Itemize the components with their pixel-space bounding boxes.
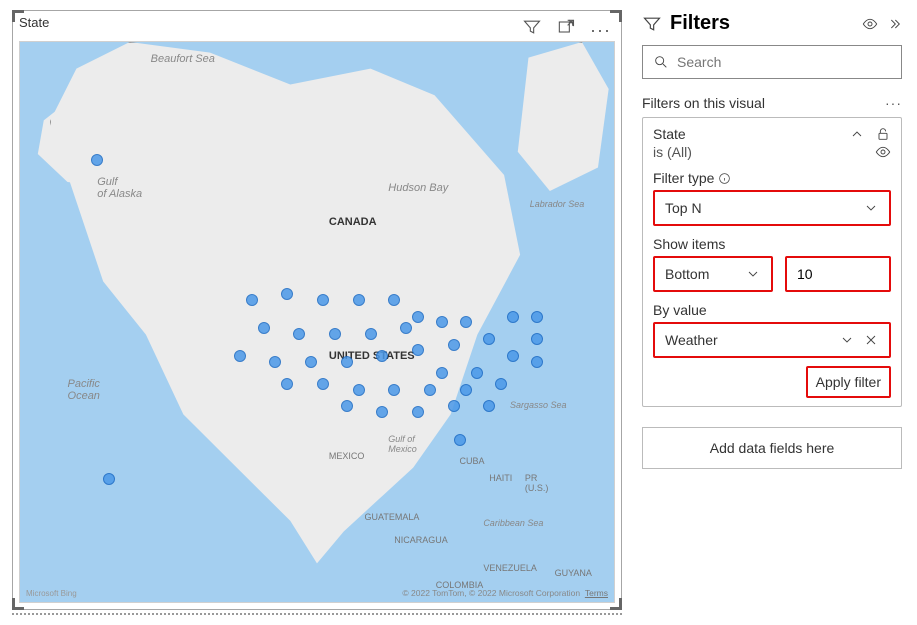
map-point[interactable]	[531, 333, 543, 345]
map-point[interactable]	[454, 434, 466, 446]
show-items-label: Show items	[653, 236, 891, 252]
map-attribution-text: © 2022 TomTom, © 2022 Microsoft Corporat…	[402, 588, 580, 598]
map-credit: Microsoft Bing	[26, 589, 77, 598]
filters-section-more-icon[interactable]: ···	[885, 95, 902, 111]
filters-section-header: Filters on this visual ···	[642, 95, 902, 111]
map-point[interactable]	[246, 294, 258, 306]
label-venezuela: VENEZUELA	[483, 563, 537, 573]
label-gulf-mexico: Gulf of Mexico	[388, 434, 417, 454]
visual-frame: State ··· Beaufort Sea Gulf of Alaska Hu…	[12, 10, 622, 610]
filters-pane-header: Filters	[642, 8, 902, 45]
add-data-fields-well[interactable]: Add data fields here	[642, 427, 902, 469]
map-point[interactable]	[317, 294, 329, 306]
show-items-mode-value: Bottom	[665, 266, 709, 282]
map-visual-container[interactable]: State ··· Beaufort Sea Gulf of Alaska Hu…	[12, 10, 622, 610]
label-sargasso: Sargasso Sea	[510, 400, 567, 410]
map-point[interactable]	[353, 294, 365, 306]
focus-mode-icon[interactable]	[556, 17, 576, 42]
map-point[interactable]	[424, 384, 436, 396]
more-options-icon[interactable]: ···	[590, 21, 611, 39]
map-point[interactable]	[448, 400, 460, 412]
resize-handle-tr[interactable]	[610, 10, 622, 22]
search-box[interactable]	[642, 45, 902, 79]
label-pr: PR (U.S.)	[525, 473, 549, 493]
map-terms-link[interactable]: Terms	[585, 588, 608, 598]
by-value-field: Weather	[665, 332, 718, 348]
filters-pane: Filters Filters on this visual ··· State…	[632, 0, 912, 625]
filters-title: Filters	[670, 12, 854, 35]
label-guyana: GUYANA	[555, 568, 592, 578]
show-items-count-input[interactable]	[787, 258, 889, 290]
collapse-pane-icon[interactable]	[886, 16, 902, 32]
map-point[interactable]	[365, 328, 377, 340]
map-point[interactable]	[460, 384, 472, 396]
label-guatemala: GUATEMALA	[365, 512, 420, 522]
apply-filter-button[interactable]: Apply filter	[806, 366, 891, 398]
search-input[interactable]	[677, 54, 891, 70]
label-mexico: MEXICO	[329, 451, 365, 461]
filter-icon	[642, 14, 662, 34]
filter-card-state[interactable]: State is (All) Filter type Top N Show it…	[642, 117, 902, 407]
map-attribution: © 2022 TomTom, © 2022 Microsoft Corporat…	[402, 588, 608, 598]
map-point[interactable]	[412, 311, 424, 323]
map-point[interactable]	[353, 384, 365, 396]
label-cuba: CUBA	[460, 456, 485, 466]
label-pacific: Pacific Ocean	[68, 378, 100, 402]
chevron-down-icon[interactable]	[839, 332, 855, 348]
chevron-down-icon	[745, 266, 761, 282]
label-nicaragua: NICARAGUA	[394, 535, 448, 545]
map-point[interactable]	[531, 356, 543, 368]
map-point[interactable]	[388, 384, 400, 396]
eye-icon[interactable]	[862, 16, 878, 32]
show-items-mode-select[interactable]: Bottom	[653, 256, 773, 292]
label-labrador: Labrador Sea	[530, 199, 585, 209]
map-canvas[interactable]: Beaufort Sea Gulf of Alaska Hudson Bay L…	[19, 41, 615, 603]
filter-field-name: State	[653, 126, 686, 142]
canvas-divider	[12, 613, 622, 615]
filters-section-title: Filters on this visual	[642, 95, 765, 111]
search-icon	[653, 54, 669, 70]
map-point[interactable]	[460, 316, 472, 328]
map-point[interactable]	[531, 311, 543, 323]
filter-type-label: Filter type	[653, 170, 891, 186]
visual-title: State	[19, 15, 49, 30]
label-haiti: HAITI	[489, 473, 512, 483]
label-beaufort: Beaufort Sea	[151, 53, 215, 65]
visual-toolbar: ···	[522, 17, 611, 42]
map-point[interactable]	[305, 356, 317, 368]
chevron-up-icon[interactable]	[849, 126, 865, 142]
close-icon[interactable]	[863, 332, 879, 348]
map-point[interactable]	[507, 350, 519, 362]
map-point[interactable]	[341, 356, 353, 368]
eye-icon[interactable]	[875, 144, 891, 160]
map-point[interactable]	[293, 328, 305, 340]
map-point[interactable]	[258, 322, 270, 334]
info-icon[interactable]	[718, 172, 731, 185]
filter-summary: is (All)	[653, 144, 692, 160]
map-point[interactable]	[507, 311, 519, 323]
show-items-count-wrap	[785, 256, 891, 292]
filter-icon[interactable]	[522, 17, 542, 42]
filter-type-select[interactable]: Top N	[653, 190, 891, 226]
chevron-down-icon	[863, 200, 879, 216]
by-value-label: By value	[653, 302, 891, 318]
map-point[interactable]	[436, 367, 448, 379]
label-canada: CANADA	[329, 216, 377, 228]
label-gulf-alaska: Gulf of Alaska	[97, 176, 142, 200]
lock-open-icon[interactable]	[875, 126, 891, 142]
label-hudson: Hudson Bay	[388, 182, 448, 194]
map-point[interactable]	[234, 350, 246, 362]
by-value-field-well[interactable]: Weather	[653, 322, 891, 358]
filter-type-value: Top N	[665, 200, 702, 216]
map-point[interactable]	[317, 378, 329, 390]
map-point[interactable]	[412, 406, 424, 418]
map-point[interactable]	[269, 356, 281, 368]
label-caribbean: Caribbean Sea	[483, 518, 543, 528]
map-point[interactable]	[329, 328, 341, 340]
map-point[interactable]	[448, 339, 460, 351]
